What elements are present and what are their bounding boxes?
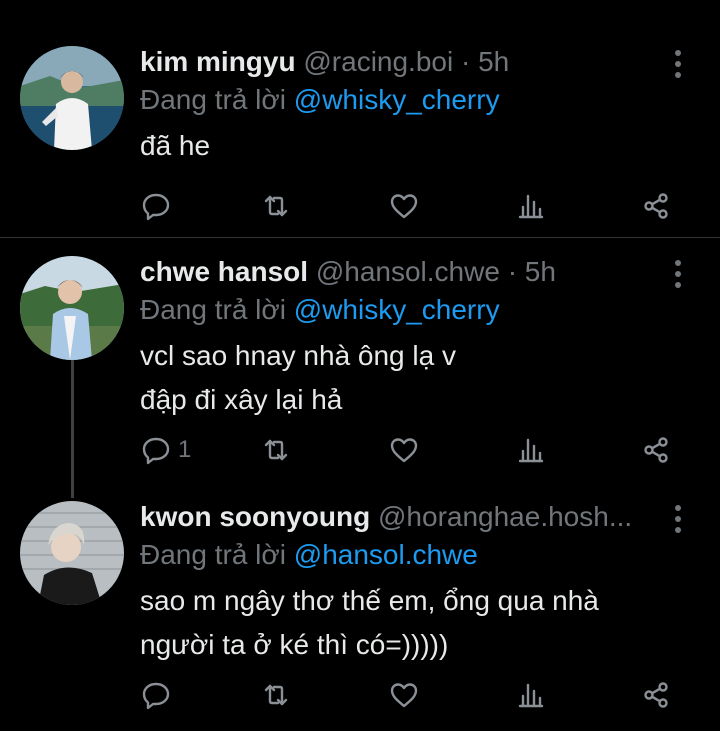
user-handle[interactable]: @horanghae.hosh... [378,501,632,532]
reply-button[interactable] [140,675,178,715]
user-handle[interactable]: @racing.boi [303,46,453,77]
avatar[interactable] [20,46,124,150]
replying-to-label: Đang trả lời [140,84,286,115]
share-button[interactable] [640,186,672,226]
replying-to: Đang trả lời @whisky_cherry [140,80,500,120]
share-button[interactable] [640,675,672,715]
more-icon[interactable] [666,258,690,290]
retweet-icon [264,195,288,217]
user-handle[interactable]: @hansol.chwe [316,256,500,287]
retweet-icon [264,684,288,706]
tweet-text: sao m ngây thơ thế em, ổng qua nhà người… [140,585,599,660]
views-icon [518,194,544,219]
tweet-text: đã he [140,130,211,161]
more-icon[interactable] [666,503,690,535]
replying-to-label: Đang trả lời [140,294,286,325]
avatar-image [20,501,124,605]
share-icon [644,193,668,219]
more-icon[interactable] [666,48,690,80]
reply-button[interactable]: 1 [140,430,191,470]
tweet-header: kwon soonyoung @horanghae.hosh... [140,497,660,537]
avatar[interactable] [20,256,124,360]
views-icon [518,683,544,708]
share-button[interactable] [640,430,672,470]
retweet-icon [264,439,288,461]
replying-to: Đang trả lời @hansol.chwe [140,535,478,575]
timestamp[interactable]: 5h [525,256,556,287]
action-bar [140,186,700,226]
retweet-button[interactable] [260,186,292,226]
avatar-image [20,256,124,360]
reply-count: 1 [178,436,192,463]
display-name[interactable]: kwon soonyoung [140,501,370,532]
share-icon [644,682,668,708]
reply-icon [142,682,170,710]
like-icon [390,438,418,463]
tweet-header: kim mingyu @racing.boi · 5h [140,42,660,82]
reply-button[interactable] [140,186,178,226]
views-button[interactable] [515,186,547,226]
mention-link[interactable]: @whisky_cherry [294,84,500,115]
views-icon [518,438,544,463]
mention-link[interactable]: @whisky_cherry [294,294,500,325]
reply-icon [142,437,170,465]
action-bar [140,675,700,715]
tweet-header: chwe hansol @hansol.chwe · 5h [140,252,660,292]
reply-icon [142,193,170,221]
display-name[interactable]: kim mingyu [140,46,296,77]
tweet-text: vcl sao hnay nhà ông lạ v đập đi xây lại… [140,340,456,415]
avatar-image [20,46,124,150]
tweet-divider [0,237,720,238]
retweet-button[interactable] [260,430,292,470]
display-name[interactable]: chwe hansol [140,256,308,287]
like-icon [390,194,418,219]
like-icon [390,683,418,708]
avatar[interactable] [20,501,124,605]
like-button[interactable] [388,430,420,470]
retweet-button[interactable] [260,675,292,715]
views-button[interactable] [515,430,547,470]
action-bar: 1 [140,430,700,470]
views-button[interactable] [515,675,547,715]
timestamp[interactable]: 5h [478,46,509,77]
separator-dot: · [461,46,471,77]
like-button[interactable] [388,675,420,715]
thread-line [71,358,74,498]
replying-to-label: Đang trả lời [140,539,286,570]
replying-to: Đang trả lời @whisky_cherry [140,290,500,330]
like-button[interactable] [388,186,420,226]
share-icon [644,437,668,463]
mention-link[interactable]: @hansol.chwe [294,539,478,570]
separator-dot: · [507,256,518,287]
